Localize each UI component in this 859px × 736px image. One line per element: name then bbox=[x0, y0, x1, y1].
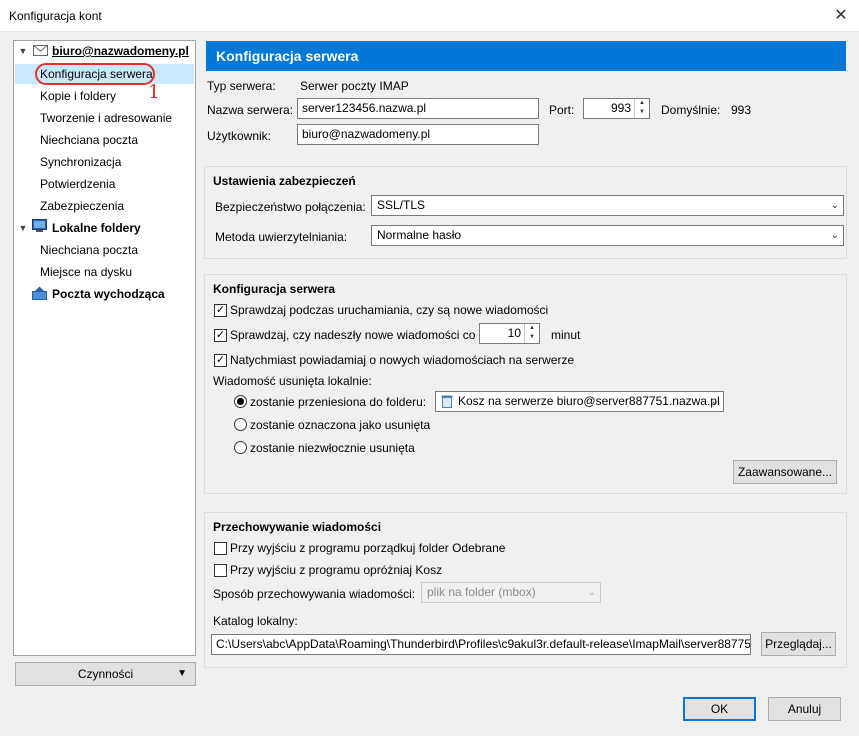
empty-trash-label[interactable]: Przy wyjściu z programu opróżniaj Kosz bbox=[230, 563, 442, 577]
window-title: Konfiguracja kont bbox=[9, 9, 102, 23]
sidebar-item-copies[interactable]: Kopie i foldery bbox=[40, 86, 116, 106]
sidebar-item-composition[interactable]: Tworzenie i adresowanie bbox=[40, 108, 172, 128]
page-title: Konfiguracja serwera bbox=[206, 41, 846, 71]
server-name-input[interactable]: server123456.nazwa.pl bbox=[297, 98, 539, 119]
connection-security-label: Bezpieczeństwo połączenia: bbox=[215, 200, 366, 214]
port-stepper[interactable]: 993 ▲ ▼ bbox=[583, 98, 650, 119]
check-startup-checkbox[interactable]: ✓ bbox=[214, 304, 227, 317]
sidebar-item-receipts[interactable]: Potwierdzenia bbox=[40, 174, 115, 194]
sidebar-item-disk-space[interactable]: Miejsce na dysku bbox=[40, 262, 132, 282]
check-every-checkbox[interactable]: ✓ bbox=[214, 329, 227, 342]
notify-label[interactable]: Natychmiast powiadamiaj o nowych wiadomo… bbox=[230, 353, 574, 367]
envelope-icon bbox=[33, 45, 48, 56]
check-startup-label[interactable]: Sprawdzaj podczas uruchamiania, czy są n… bbox=[230, 303, 548, 317]
port-value: 993 bbox=[610, 101, 631, 115]
mark-deleted-radio[interactable] bbox=[234, 418, 247, 431]
advanced-button[interactable]: Zaawansowane... bbox=[733, 460, 837, 484]
clean-inbox-checkbox[interactable] bbox=[214, 542, 227, 555]
clean-inbox-label[interactable]: Przy wyjściu z programu porządkuj folder… bbox=[230, 541, 505, 555]
chevron-down-icon: ⌄ bbox=[830, 230, 839, 241]
storage-type-value: plik na folder (mbox) bbox=[427, 585, 536, 599]
check-interval-stepper[interactable]: 10 ▲ ▼ bbox=[479, 323, 540, 344]
storage-title: Przechowywanie wiadomości bbox=[213, 520, 382, 534]
server-settings-title: Konfiguracja serwera bbox=[213, 282, 336, 296]
title-bar: Konfiguracja kont ✕ bbox=[0, 0, 859, 32]
cancel-button[interactable]: Anuluj bbox=[768, 697, 841, 721]
move-to-folder-radio[interactable] bbox=[234, 395, 247, 408]
server-name-label: Nazwa serwera: bbox=[207, 103, 294, 117]
check-every-label[interactable]: Sprawdzaj, czy nadeszły nowe wiadomości … bbox=[230, 328, 475, 342]
spin-buttons-icon[interactable]: ▲ ▼ bbox=[634, 99, 649, 118]
server-type-label: Typ serwera: bbox=[207, 79, 276, 93]
outbox-icon bbox=[32, 286, 47, 300]
sidebar-item-sync[interactable]: Synchronizacja bbox=[40, 152, 121, 172]
default-port-value: 993 bbox=[731, 103, 752, 117]
deleted-message-label: Wiadomość usunięta lokalnie: bbox=[213, 374, 372, 388]
actions-label: Czynności bbox=[77, 667, 134, 681]
ok-button[interactable]: OK bbox=[683, 697, 756, 721]
trash-folder-select[interactable]: Kosz na serwerze biuro@server887751.nazw… bbox=[435, 391, 724, 412]
auth-method-label: Metoda uwierzytelniania: bbox=[215, 230, 348, 244]
auth-method-select[interactable]: Normalne hasło ⌄ bbox=[371, 225, 844, 246]
notify-checkbox[interactable]: ✓ bbox=[214, 354, 227, 367]
annotation-circle bbox=[35, 63, 155, 85]
close-icon[interactable]: ✕ bbox=[826, 3, 856, 29]
move-to-folder-label[interactable]: zostanie przeniesiona do folderu: bbox=[250, 395, 426, 409]
connection-security-select[interactable]: SSL/TLS ⌄ bbox=[371, 195, 844, 216]
delete-now-label[interactable]: zostanie niezwłocznie usunięta bbox=[250, 441, 415, 455]
sidebar-item-local-folders[interactable]: Lokalne foldery bbox=[52, 218, 141, 238]
spin-buttons-icon[interactable]: ▲ ▼ bbox=[524, 324, 539, 343]
computer-icon bbox=[32, 219, 47, 232]
trash-icon bbox=[441, 395, 453, 408]
default-port-label: Domyślnie: bbox=[661, 103, 721, 117]
account-item[interactable]: biuro@nazwadomeny.pl bbox=[52, 41, 189, 61]
chevron-down-icon: ⌄ bbox=[830, 200, 839, 211]
security-group-title: Ustawienia zabezpieczeń bbox=[213, 174, 356, 188]
check-interval-value: 10 bbox=[507, 326, 521, 340]
actions-dropdown[interactable]: Czynności ▼ bbox=[15, 662, 196, 686]
chevron-down-icon: ▼ bbox=[177, 668, 187, 679]
auth-method-value: Normalne hasło bbox=[377, 228, 462, 242]
chevron-down-icon: ⌄ bbox=[710, 396, 719, 407]
username-label: Użytkownik: bbox=[207, 129, 272, 143]
sidebar-item-outgoing[interactable]: Poczta wychodząca bbox=[52, 284, 165, 304]
storage-type-select: plik na folder (mbox) ⌄ bbox=[421, 582, 601, 603]
minutes-label: minut bbox=[551, 328, 581, 342]
account-tree: ▼ biuro@nazwadomeny.pl Konfiguracja serw… bbox=[13, 40, 196, 656]
mark-deleted-label[interactable]: zostanie oznaczona jako usunięta bbox=[250, 418, 430, 432]
browse-button[interactable]: Przeglądaj... bbox=[761, 632, 836, 656]
username-input[interactable]: biuro@nazwadomeny.pl bbox=[297, 124, 539, 145]
trash-folder-value: Kosz na serwerze biuro@server887751.nazw… bbox=[458, 394, 720, 408]
chevron-down-icon[interactable]: ▼ bbox=[18, 223, 28, 233]
delete-now-radio[interactable] bbox=[234, 441, 247, 454]
empty-trash-checkbox[interactable] bbox=[214, 564, 227, 577]
connection-security-value: SSL/TLS bbox=[377, 198, 426, 212]
annotation-number: 1 bbox=[148, 81, 161, 103]
local-directory-input[interactable]: C:\Users\abc\AppData\Roaming\Thunderbird… bbox=[211, 634, 751, 655]
local-directory-label: Katalog lokalny: bbox=[213, 614, 298, 628]
sidebar-item-local-junk[interactable]: Niechciana poczta bbox=[40, 240, 138, 260]
server-type-value: Serwer poczty IMAP bbox=[300, 79, 409, 93]
storage-type-label: Sposób przechowywania wiadomości: bbox=[213, 587, 416, 601]
sidebar-item-junk[interactable]: Niechciana poczta bbox=[40, 130, 138, 150]
chevron-down-icon[interactable]: ▼ bbox=[18, 46, 28, 56]
chevron-down-icon: ⌄ bbox=[587, 587, 596, 598]
port-label: Port: bbox=[549, 103, 575, 117]
sidebar-item-security[interactable]: Zabezpieczenia bbox=[40, 196, 124, 216]
